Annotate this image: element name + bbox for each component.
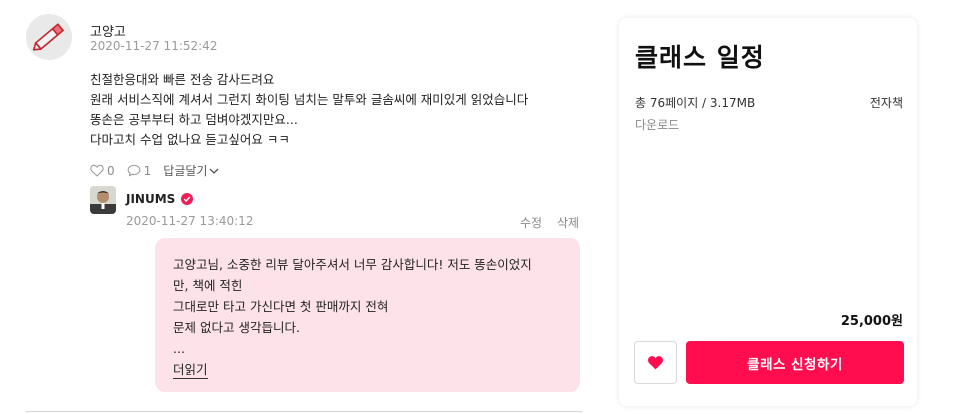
reply-bubble: 고양고님, 소중한 리뷰 달아주셔서 너무 감사합니다! 저도 똥손이었지 만,… — [155, 238, 580, 392]
like-button[interactable]: 0 — [90, 164, 115, 178]
delete-reply-button[interactable]: 삭제 — [557, 214, 579, 231]
wishlist-button[interactable] — [634, 341, 677, 384]
product-type: 전자책 — [869, 96, 903, 110]
review-line: 원래 서비스직에 계셔서 그런지 화이팅 넘치는 말투와 글솜씨에 재미있게 읽… — [90, 92, 529, 107]
review-actions: 0 1 답글달기 — [90, 162, 234, 179]
review-date: 2020-11-27 11:52:42 — [90, 39, 218, 53]
reply-line: 고양고님, 소중한 리뷰 달아주셔서 너무 감사합니다! 저도 똥손이었지 — [173, 257, 532, 272]
like-count: 0 — [107, 163, 115, 178]
product-price: 25,000원 — [840, 314, 903, 329]
review-body: 친절한응대와 빠른 전송 감사드려요 원래 서비스직에 계셔서 그런지 화이팅 … — [90, 70, 580, 150]
reply-toggle-label: 답글달기 — [163, 164, 208, 178]
review-line: 다마고치 수업 없나요 듣고싶어요 ㅋㅋ — [90, 132, 290, 147]
comment-count: 1 — [143, 163, 152, 178]
reply-line: 그대로만 타고 가신다면 첫 판매까지 전혀 — [173, 299, 389, 314]
edit-reply-button[interactable]: 수정 — [520, 214, 542, 231]
apply-class-button[interactable]: 클래스 신청하기 — [686, 341, 904, 384]
pencil-avatar-icon — [26, 14, 72, 60]
comment-icon — [127, 164, 140, 177]
reply-toggle-button[interactable]: 답글달기 — [163, 162, 222, 179]
reply-date: 2020-11-27 13:40:12 — [126, 214, 254, 228]
read-more-link[interactable]: 더읽기 — [173, 362, 208, 379]
seller-name-row: JINUMS — [126, 192, 194, 206]
seller-name: JINUMS — [126, 192, 176, 206]
seller-photo-icon — [90, 186, 116, 214]
product-title: 클래스 일정 — [635, 43, 765, 72]
reply-line: ... — [173, 341, 185, 356]
reply-line: 문제 없다고 생각듭니다. — [173, 320, 300, 335]
comment-button[interactable]: 1 — [127, 163, 152, 178]
divider — [26, 411, 582, 412]
heart-filled-icon — [648, 356, 663, 370]
review-line: 똥손은 공부부터 하고 덤벼야겠지만요... — [90, 112, 298, 127]
heart-outline-icon — [90, 164, 104, 177]
product-card: 클래스 일정 총 76페이지 / 3.17MB 전자책 다운로드 25,000원… — [619, 18, 917, 406]
verified-badge-icon — [181, 193, 194, 205]
seller-avatar — [90, 186, 116, 214]
product-meta: 총 76페이지 / 3.17MB — [635, 96, 756, 110]
review-author: 고양고 — [90, 25, 126, 40]
download-label: 다운로드 — [635, 118, 680, 132]
chevron-down-icon — [209, 168, 219, 174]
reviewer-avatar — [26, 14, 72, 60]
reply-line: 만, 책에 적힌 — [173, 278, 243, 293]
review-line: 친절한응대와 빠른 전송 감사드려요 — [90, 72, 275, 87]
